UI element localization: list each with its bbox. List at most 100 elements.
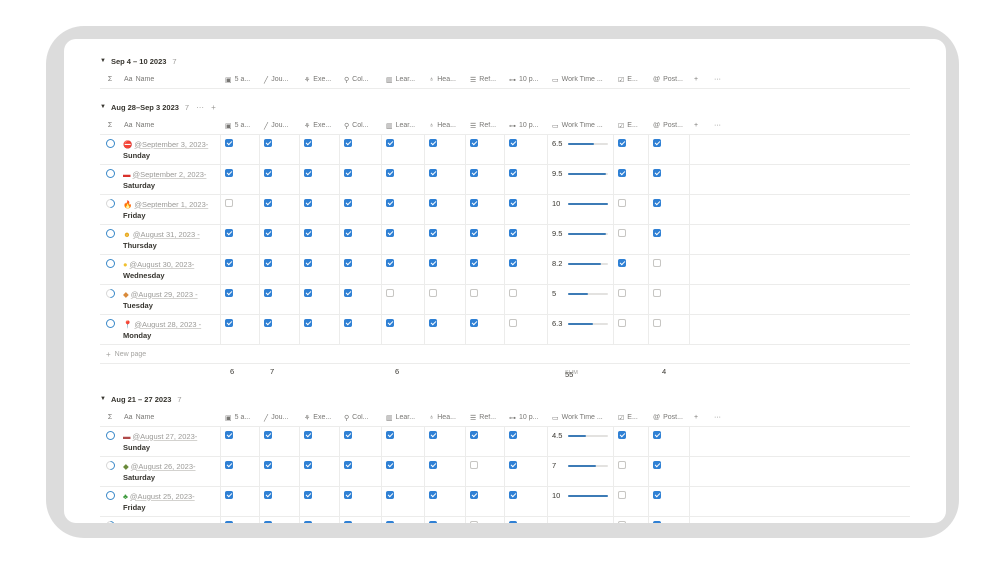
checkbox[interactable] (653, 521, 661, 523)
checkbox-cell[interactable] (466, 195, 505, 224)
checkbox[interactable] (386, 319, 394, 327)
checkbox-cell[interactable] (466, 225, 505, 254)
checkbox[interactable] (225, 259, 233, 267)
checkbox[interactable] (429, 259, 437, 267)
column-header[interactable]: ╱ Jou... (260, 122, 300, 130)
work-time-cell[interactable]: 10 (548, 487, 614, 516)
checkbox-cell[interactable] (649, 517, 690, 523)
checkbox[interactable] (264, 139, 272, 147)
name-cell[interactable]: ☻ @August 31, 2023 - Thursday (120, 225, 221, 254)
checkbox[interactable] (470, 199, 478, 207)
checkbox[interactable] (225, 431, 233, 439)
work-time-cell[interactable]: 8.2 (548, 255, 614, 284)
column-header[interactable]: ♁ Hea... (425, 122, 466, 129)
checkbox[interactable] (304, 319, 312, 327)
add-column-button[interactable]: + (690, 122, 710, 129)
date-link[interactable]: @August 29, 2023 - (131, 290, 198, 299)
checkbox[interactable] (225, 289, 233, 297)
checkbox[interactable] (304, 259, 312, 267)
checkbox[interactable] (429, 521, 437, 523)
column-header[interactable]: ▭ Work Time ... (548, 414, 614, 422)
checkbox-cell[interactable] (260, 427, 300, 456)
checkbox-cell[interactable] (300, 195, 340, 224)
date-link[interactable]: @August 26, 2023- (131, 462, 196, 471)
checkbox[interactable] (509, 461, 517, 469)
column-header[interactable]: ☑ E... (614, 414, 649, 422)
date-mention[interactable]: ◆ @August 29, 2023 - (123, 289, 198, 300)
checkbox[interactable] (509, 199, 517, 207)
column-header[interactable]: ⚲ Col... (340, 122, 382, 130)
checkbox-cell[interactable] (425, 225, 466, 254)
checkbox-cell[interactable] (300, 165, 340, 194)
checkbox[interactable] (304, 139, 312, 147)
checkbox-cell[interactable] (505, 135, 548, 164)
checkbox[interactable] (264, 229, 272, 237)
checkbox-cell[interactable] (614, 135, 649, 164)
checkbox[interactable] (470, 289, 478, 297)
sum-icon[interactable]: Σ (100, 122, 120, 129)
checkbox-cell[interactable] (260, 255, 300, 284)
column-header[interactable]: ▭ Work Time ... (548, 76, 614, 84)
checkbox[interactable] (509, 259, 517, 267)
column-header[interactable]: ╱ Jou... (260, 76, 300, 84)
checkbox-cell[interactable] (340, 457, 382, 486)
name-cell[interactable]: ● @August 30, 2023- Wednesday (120, 255, 221, 284)
column-header[interactable]: ⚘ Exe... (300, 414, 340, 422)
checkbox[interactable] (304, 521, 312, 523)
checkbox[interactable] (653, 461, 661, 469)
checkbox[interactable] (618, 229, 626, 237)
column-header[interactable]: ⚘ Exe... (300, 76, 340, 84)
checkbox-cell[interactable] (382, 487, 425, 516)
checkbox[interactable] (429, 169, 437, 177)
checkbox[interactable] (618, 521, 626, 523)
column-header[interactable]: ⚘ Exe... (300, 122, 340, 130)
checkbox-cell[interactable] (505, 255, 548, 284)
checkbox-cell[interactable] (505, 487, 548, 516)
checkbox[interactable] (386, 259, 394, 267)
checkbox[interactable] (470, 431, 478, 439)
checkbox-cell[interactable] (340, 285, 382, 314)
checkbox[interactable] (304, 289, 312, 297)
column-header[interactable]: ⚲ Col... (340, 414, 382, 422)
checkbox[interactable] (653, 199, 661, 207)
date-mention[interactable]: ☀@August 24, 2023 - (123, 521, 199, 524)
checkbox-cell[interactable] (382, 165, 425, 194)
checkbox[interactable] (653, 259, 661, 267)
checkbox[interactable] (225, 169, 233, 177)
column-header[interactable]: ☰ Ref... (466, 76, 505, 84)
checkbox-cell[interactable] (382, 255, 425, 284)
column-header[interactable]: ♁ Hea... (425, 76, 466, 83)
checkbox-cell[interactable] (260, 517, 300, 523)
checkbox-cell[interactable] (340, 517, 382, 523)
checkbox[interactable] (344, 169, 352, 177)
column-header[interactable]: ▥ Lear... (382, 122, 425, 130)
checkbox-cell[interactable] (466, 457, 505, 486)
column-header[interactable]: ⚲ Col... (340, 76, 382, 84)
checkbox[interactable] (618, 139, 626, 147)
checkbox-cell[interactable] (425, 165, 466, 194)
checkbox-cell[interactable] (425, 487, 466, 516)
column-header[interactable]: @ Post... (649, 122, 690, 129)
caret-down-icon[interactable]: ▼ (100, 396, 106, 402)
checkbox[interactable] (509, 319, 517, 327)
work-time-cell[interactable]: 6.3 (548, 315, 614, 344)
checkbox-cell[interactable] (649, 225, 690, 254)
checkbox-cell[interactable] (300, 487, 340, 516)
checkbox-cell[interactable] (340, 195, 382, 224)
work-time-cell[interactable]: 10 (548, 517, 614, 523)
checkbox-cell[interactable] (614, 487, 649, 516)
checkbox-cell[interactable] (649, 255, 690, 284)
checkbox-cell[interactable] (466, 285, 505, 314)
checkbox-cell[interactable] (614, 315, 649, 344)
checkbox[interactable] (264, 319, 272, 327)
checkbox-cell[interactable] (382, 457, 425, 486)
work-time-cell[interactable]: 9.5 (548, 165, 614, 194)
checkbox[interactable] (304, 431, 312, 439)
checkbox-cell[interactable] (340, 255, 382, 284)
column-header[interactable]: ⊶ 10 p... (505, 122, 548, 130)
date-link[interactable]: @August 31, 2023 - (133, 230, 200, 239)
checkbox-cell[interactable] (425, 315, 466, 344)
column-header[interactable]: ▥ Lear... (382, 76, 425, 84)
checkbox-cell[interactable] (425, 135, 466, 164)
checkbox[interactable] (225, 521, 233, 523)
